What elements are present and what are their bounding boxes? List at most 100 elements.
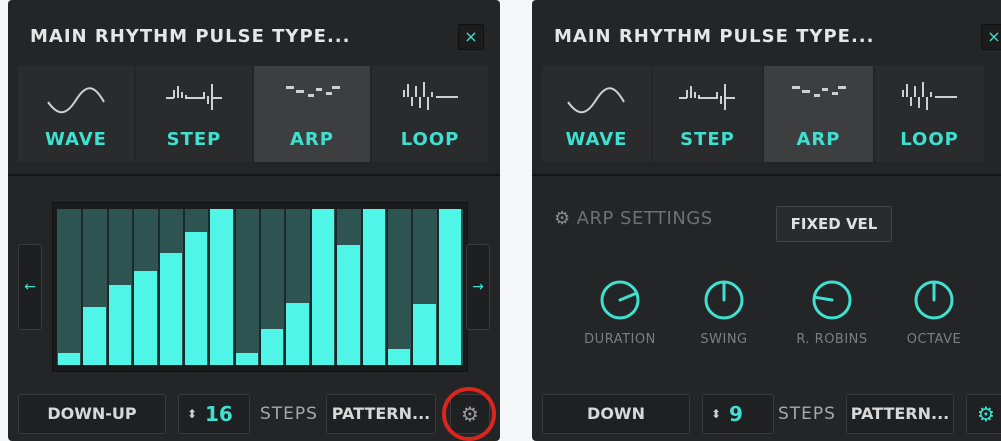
step-bar[interactable]: [58, 353, 81, 365]
round-robins-knob[interactable]: R. ROBINS: [782, 278, 882, 347]
step-bar[interactable]: [235, 353, 258, 365]
duration-knob-label: DURATION: [584, 332, 656, 347]
step-count-value: 9: [729, 402, 743, 426]
swing-knob-label: SWING: [700, 332, 748, 347]
step-bar[interactable]: [210, 209, 233, 365]
step-bar[interactable]: [134, 271, 157, 365]
step-divider: [436, 209, 439, 365]
round-robins-knob-label: R. ROBINS: [796, 332, 868, 347]
arp-settings-header: ⚙ ARP SETTINGS: [554, 208, 713, 229]
step-bar[interactable]: [83, 307, 106, 365]
step-divider: [309, 209, 312, 365]
stepper-arrows-icon: ⬍: [187, 407, 198, 421]
step-divider: [284, 209, 287, 365]
step-divider: [157, 209, 160, 365]
wave-icon: [47, 87, 105, 114]
prev-page-button[interactable]: ←: [18, 244, 42, 330]
next-page-button[interactable]: →: [466, 244, 490, 330]
octave-knob-label: OCTAVE: [906, 332, 962, 347]
step-divider: [106, 209, 109, 365]
close-button[interactable]: ×: [458, 24, 484, 50]
direction-dropdown[interactable]: DOWN: [542, 394, 690, 434]
step-bar[interactable]: [311, 209, 335, 365]
step-count-stepper[interactable]: ⬍ 9: [702, 394, 774, 434]
settings-highlight-circle: [442, 387, 496, 441]
tab-step[interactable]: STEP: [653, 66, 762, 162]
pattern-button[interactable]: PATTERN...: [846, 394, 954, 434]
fixed-vel-button[interactable]: FIXED VEL: [776, 206, 892, 242]
pattern-button[interactable]: PATTERN...: [326, 394, 436, 434]
step-bar[interactable]: [286, 303, 309, 365]
step-divider: [233, 209, 236, 365]
steps-label: STEPS: [260, 404, 318, 424]
gear-icon: ⚙: [554, 208, 571, 229]
step-waveform-icon: [166, 84, 222, 110]
loop-waveform-icon: [403, 82, 458, 110]
step-sequencer[interactable]: [52, 202, 468, 372]
octave-knob[interactable]: OCTAVE: [884, 278, 984, 347]
step-bar[interactable]: [108, 285, 132, 365]
step-bar[interactable]: [337, 245, 360, 365]
knob-dial-icon: [812, 280, 852, 320]
tab-wave-label: WAVE: [565, 129, 628, 150]
knob-dial-icon: [914, 280, 954, 320]
step-divider: [132, 209, 135, 365]
tab-arp[interactable]: ARP: [764, 66, 873, 162]
tab-arp[interactable]: ARP: [254, 66, 370, 162]
step-divider: [208, 209, 211, 365]
tab-wave-label: WAVE: [45, 129, 107, 150]
tab-loop-label: LOOP: [900, 129, 959, 150]
tab-arp-label: ARP: [290, 129, 334, 150]
sequencer-controls: DOWN-UP ⬍ 16 STEPS PATTERN... ⚙: [18, 394, 490, 434]
arp-pattern-icon: [792, 86, 846, 97]
step-bar[interactable]: [261, 329, 284, 365]
step-bar[interactable]: [184, 232, 208, 365]
step-count-stepper[interactable]: ⬍ 16: [178, 394, 250, 434]
close-button[interactable]: ×: [981, 24, 1001, 50]
rhythm-panel-step-view: MAIN RHYTHM PULSE TYPE... × WAVE STEP AR…: [8, 0, 500, 441]
panel-title: MAIN RHYTHM PULSE TYPE...: [554, 26, 875, 47]
sequencer-controls: DOWN ⬍ 9 STEPS PATTERN... ⚙: [542, 394, 1001, 434]
step-count-value: 16: [205, 402, 233, 426]
section-divider: [532, 174, 1001, 176]
gear-icon[interactable]: ⚙: [966, 394, 1001, 434]
step-divider: [81, 209, 84, 365]
wave-icon: [567, 87, 625, 114]
tab-loop-label: LOOP: [400, 129, 460, 150]
pulse-type-selector: WAVE STEP ARP LOOP: [542, 66, 984, 162]
arp-settings-label: ARP SETTINGS: [576, 208, 713, 229]
knob-dial-icon: [600, 280, 640, 320]
step-divider: [182, 209, 185, 365]
tab-step[interactable]: STEP: [136, 66, 252, 162]
step-divider: [411, 209, 414, 365]
tab-loop[interactable]: LOOP: [372, 66, 488, 162]
step-divider: [335, 209, 338, 365]
step-divider: [360, 209, 363, 365]
step-bar[interactable]: [362, 209, 385, 365]
step-waveform-icon: [679, 84, 735, 110]
stepper-arrows-icon: ⬍: [711, 407, 722, 421]
pulse-type-selector: WAVE STEP ARP LOOP: [18, 66, 488, 162]
step-grid: [57, 209, 463, 365]
tab-arp-label: ARP: [796, 129, 841, 150]
knob-dial-icon: [704, 280, 744, 320]
panel-title: MAIN RHYTHM PULSE TYPE...: [30, 26, 351, 47]
tab-loop[interactable]: LOOP: [875, 66, 984, 162]
step-divider: [259, 209, 261, 365]
tab-wave[interactable]: WAVE: [18, 66, 134, 162]
swing-knob[interactable]: SWING: [674, 278, 774, 347]
tab-step-label: STEP: [680, 129, 735, 150]
step-bar[interactable]: [438, 209, 461, 365]
direction-dropdown[interactable]: DOWN-UP: [18, 394, 166, 434]
arp-pattern-icon: [286, 86, 340, 97]
rhythm-panel-arp-settings: MAIN RHYTHM PULSE TYPE... × WAVE STEP AR…: [532, 0, 1001, 441]
duration-knob[interactable]: DURATION: [570, 278, 670, 347]
tab-step-label: STEP: [166, 129, 222, 150]
tab-wave[interactable]: WAVE: [542, 66, 651, 162]
step-divider: [385, 209, 388, 365]
loop-waveform-icon: [902, 82, 957, 110]
step-bar[interactable]: [387, 349, 411, 365]
step-bar[interactable]: [159, 253, 182, 365]
steps-label: STEPS: [778, 404, 836, 424]
step-bar[interactable]: [413, 304, 436, 365]
